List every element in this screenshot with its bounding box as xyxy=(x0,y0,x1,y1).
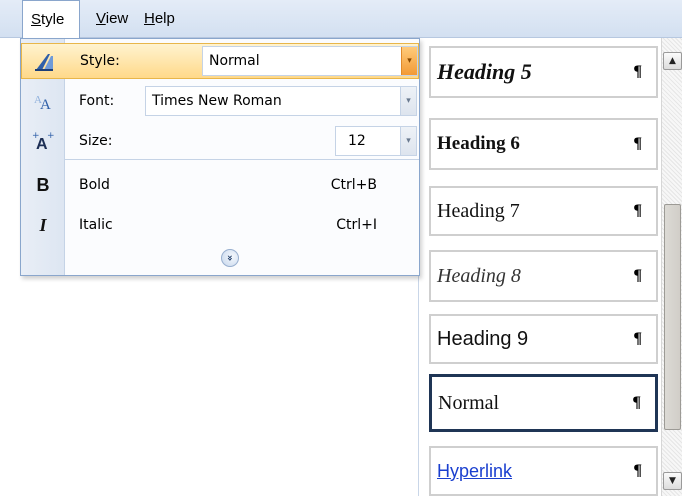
gallery-scrollbar[interactable]: ▲ ▼ xyxy=(661,38,682,496)
menu-row-italic[interactable]: I Italic Ctrl+I xyxy=(21,205,419,245)
font-size-icon: A + + xyxy=(21,123,65,159)
font-combobox-value: Times New Roman xyxy=(152,93,282,109)
italic-icon: I xyxy=(39,214,47,235)
size-label: Size: xyxy=(79,133,113,149)
font-combobox[interactable]: Times New Roman ▾ xyxy=(145,86,417,116)
chevron-down-icon[interactable]: ▾ xyxy=(401,47,417,75)
menu-style-rest: tyle xyxy=(41,11,65,28)
pilcrow-icon: ¶ xyxy=(633,202,642,219)
pilcrow-icon: ¶ xyxy=(633,267,642,284)
scroll-down-button[interactable]: ▼ xyxy=(663,472,682,490)
style-label: Style: xyxy=(80,44,120,78)
style-combobox[interactable]: Normal ▾ xyxy=(202,46,418,76)
pilcrow-icon: ¶ xyxy=(632,394,641,411)
italic-shortcut: Ctrl+I xyxy=(336,217,377,233)
style-label-text: Style: xyxy=(80,53,120,69)
arrow-down-icon: ▼ xyxy=(669,476,676,486)
paint-style-icon xyxy=(22,44,66,78)
menu-row-style[interactable]: Style: Normal ▾ xyxy=(21,43,419,79)
chevron-down-icon[interactable]: ▾ xyxy=(400,87,416,115)
bold-label: Bold xyxy=(79,177,110,193)
style-item-heading-9[interactable]: Heading 9 ¶ xyxy=(429,314,658,364)
pilcrow-icon: ¶ xyxy=(633,63,642,80)
menu-row-font[interactable]: A A Font: Times New Roman ▾ xyxy=(21,83,419,119)
expand-chevron-icon[interactable]: » xyxy=(221,249,239,267)
style-item-heading-5[interactable]: Heading 5 ¶ xyxy=(429,46,658,98)
pilcrow-icon: ¶ xyxy=(633,330,642,347)
style-item-hyperlink[interactable]: Hyperlink ¶ xyxy=(429,446,658,496)
menu-style[interactable]: Style xyxy=(22,0,80,39)
style-item-heading-6[interactable]: Heading 6 ¶ xyxy=(429,118,658,170)
scroll-thumb[interactable] xyxy=(664,204,681,430)
font-label: Font: xyxy=(79,93,115,109)
style-item-name: Hyperlink xyxy=(437,460,513,481)
style-item-normal[interactable]: Normal ¶ xyxy=(429,374,658,432)
style-item-heading-8[interactable]: Heading 8 ¶ xyxy=(429,250,658,302)
font-icon: A A xyxy=(21,83,65,119)
menu-help-rest: elp xyxy=(154,10,175,27)
menu-bar: Style View Help xyxy=(0,0,682,39)
menu-view-rest: iew xyxy=(105,10,129,27)
menu-help-accel: H xyxy=(144,10,155,27)
menu-row-bold[interactable]: B Bold Ctrl+B xyxy=(21,165,419,205)
menu-help[interactable]: Help xyxy=(144,0,188,38)
size-combobox-value: 12 xyxy=(348,133,366,149)
menu-view-accel: V xyxy=(96,10,106,27)
menu-style-accel: S xyxy=(31,11,42,28)
pilcrow-icon: ¶ xyxy=(633,462,642,479)
style-combobox-value: Normal xyxy=(209,53,260,69)
menu-view[interactable]: View xyxy=(96,0,140,38)
italic-label: Italic xyxy=(79,217,113,233)
style-item-heading-7[interactable]: Heading 7 ¶ xyxy=(429,186,658,236)
bold-icon: B xyxy=(36,174,50,195)
svg-text:+: + xyxy=(47,131,54,141)
menu-row-size[interactable]: A + + Size: 12 ▾ xyxy=(21,123,419,159)
style-menu-dropdown: Style: Normal ▾ A A Font: Times New Roma… xyxy=(20,38,420,276)
style-item-name: Heading 7 xyxy=(437,199,520,222)
bold-shortcut: Ctrl+B xyxy=(330,177,377,193)
chevron-down-icon[interactable]: ▾ xyxy=(400,127,416,155)
style-item-name: Normal xyxy=(438,391,500,414)
pilcrow-icon: ¶ xyxy=(633,135,642,152)
menu-separator xyxy=(65,159,419,160)
style-item-name: Heading 9 xyxy=(437,327,529,350)
style-item-name: Heading 6 xyxy=(437,133,520,154)
style-gallery: Heading 5 ¶ Heading 6 ¶ Heading 7 ¶ Head… xyxy=(418,38,682,496)
style-item-name: Heading 5 xyxy=(437,59,532,84)
svg-text:A: A xyxy=(40,97,51,112)
arrow-up-icon: ▲ xyxy=(669,56,676,66)
size-combobox[interactable]: 12 ▾ xyxy=(335,126,417,156)
style-item-name: Heading 8 xyxy=(437,264,521,287)
svg-text:+: + xyxy=(32,131,40,141)
scroll-up-button[interactable]: ▲ xyxy=(663,52,682,70)
